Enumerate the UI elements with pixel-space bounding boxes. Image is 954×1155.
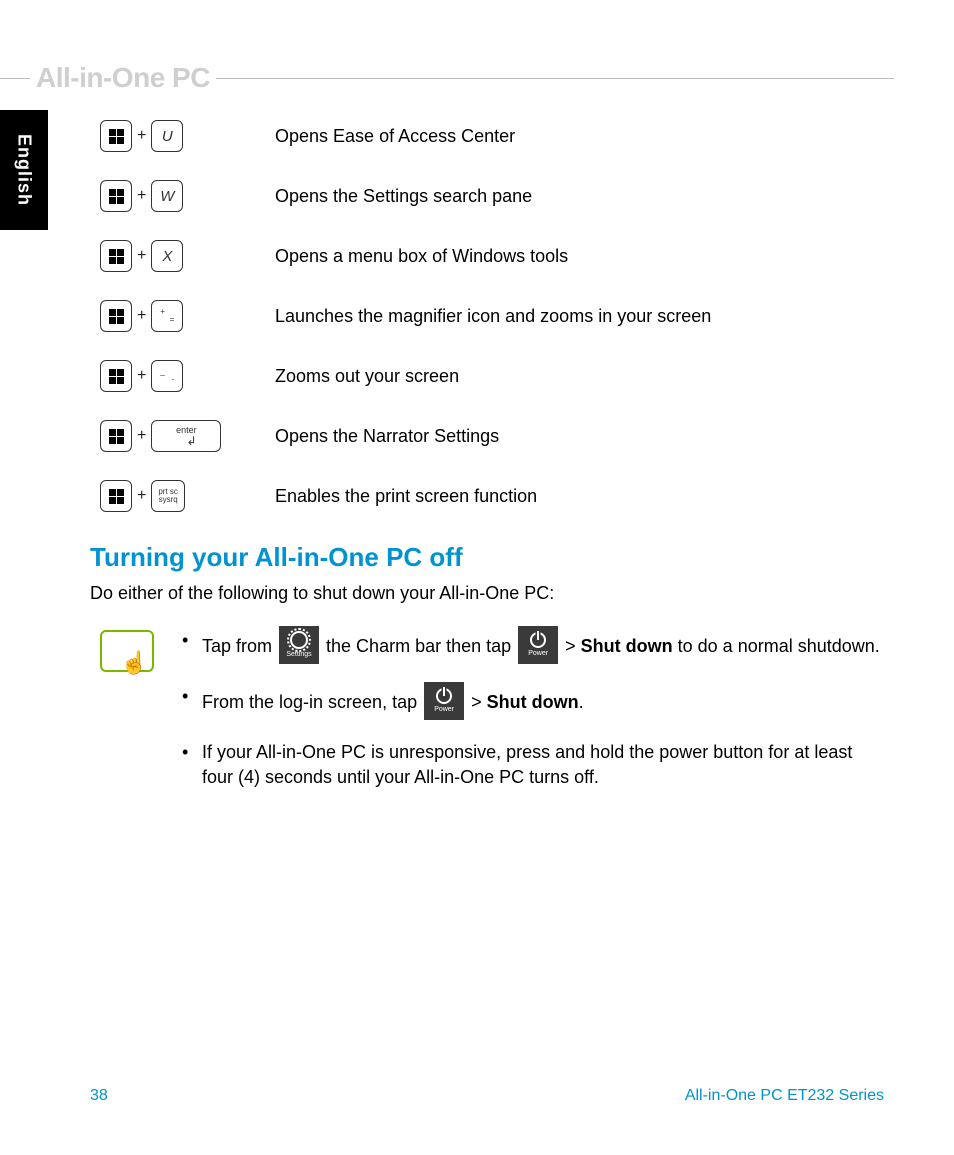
page-number: 38 [90,1087,108,1105]
key-w: W [151,180,183,212]
shortcut-row: + _ - Zooms out your screen [100,360,884,392]
power-tile-icon: Power [518,626,558,664]
windows-key-icon [100,420,132,452]
windows-key-icon [100,360,132,392]
shortcut-description: Zooms out your screen [275,366,459,387]
shortcut-description: Opens Ease of Access Center [275,126,515,147]
section-intro: Do either of the following to shut down … [90,583,884,604]
shortcut-row: + prt scsysrq Enables the print screen f… [100,480,884,512]
shortcut-row: + + = Launches the magnifier icon and zo… [100,300,884,332]
section-heading: Turning your All-in-One PC off [90,542,884,573]
windows-key-icon [100,480,132,512]
shortcut-description: Enables the print screen function [275,486,537,507]
windows-key-icon [100,180,132,212]
key-x: X [151,240,183,272]
plus-icon: + [137,487,146,505]
hand-pointer-icon: ☝ [121,650,148,676]
list-item: Tap from Settings the Charm bar then tap… [174,628,884,666]
shortcut-description: Launches the magnifier icon and zooms in… [275,306,711,327]
plus-icon: + [137,427,146,445]
shortcut-description: Opens the Narrator Settings [275,426,499,447]
settings-tile-icon: Settings [279,626,319,664]
model-label: All-in-One PC ET232 Series [685,1087,884,1105]
shortcut-description: Opens the Settings search pane [275,186,532,207]
plus-icon: + [137,247,146,265]
key-u: U [151,120,183,152]
shortcut-description: Opens a menu box of Windows tools [275,246,568,267]
plus-icon: + [137,307,146,325]
shortcut-row: + enter↲ Opens the Narrator Settings [100,420,884,452]
shortcut-row: + X Opens a menu box of Windows tools [100,240,884,272]
key-enter: enter↲ [151,420,221,452]
page-footer: 38 All-in-One PC ET232 Series [90,1087,884,1105]
power-tile-icon: Power [424,682,464,720]
touch-tablet-icon: ☝ [100,630,154,672]
plus-icon: + [137,187,146,205]
list-item: If your All-in-One PC is unresponsive, p… [174,740,884,790]
key-printscreen: prt scsysrq [151,480,185,512]
plus-icon: + [137,367,146,385]
touch-instructions: ☝ Tap from Settings the Charm bar then t… [100,628,884,808]
shortcut-row: + U Opens Ease of Access Center [100,120,884,152]
key-minus: _ - [151,360,183,392]
header-rule: All-in-One PC [0,62,894,94]
page-header-title: All-in-One PC [30,62,216,94]
shortcut-row: + W Opens the Settings search pane [100,180,884,212]
plus-icon: + [137,127,146,145]
windows-key-icon [100,120,132,152]
language-label: English [14,134,35,206]
key-plus-equals: + = [151,300,183,332]
list-item: From the log-in screen, tap Power > Shut… [174,684,884,722]
windows-key-icon [100,240,132,272]
windows-key-icon [100,300,132,332]
language-tab: English [0,110,48,230]
